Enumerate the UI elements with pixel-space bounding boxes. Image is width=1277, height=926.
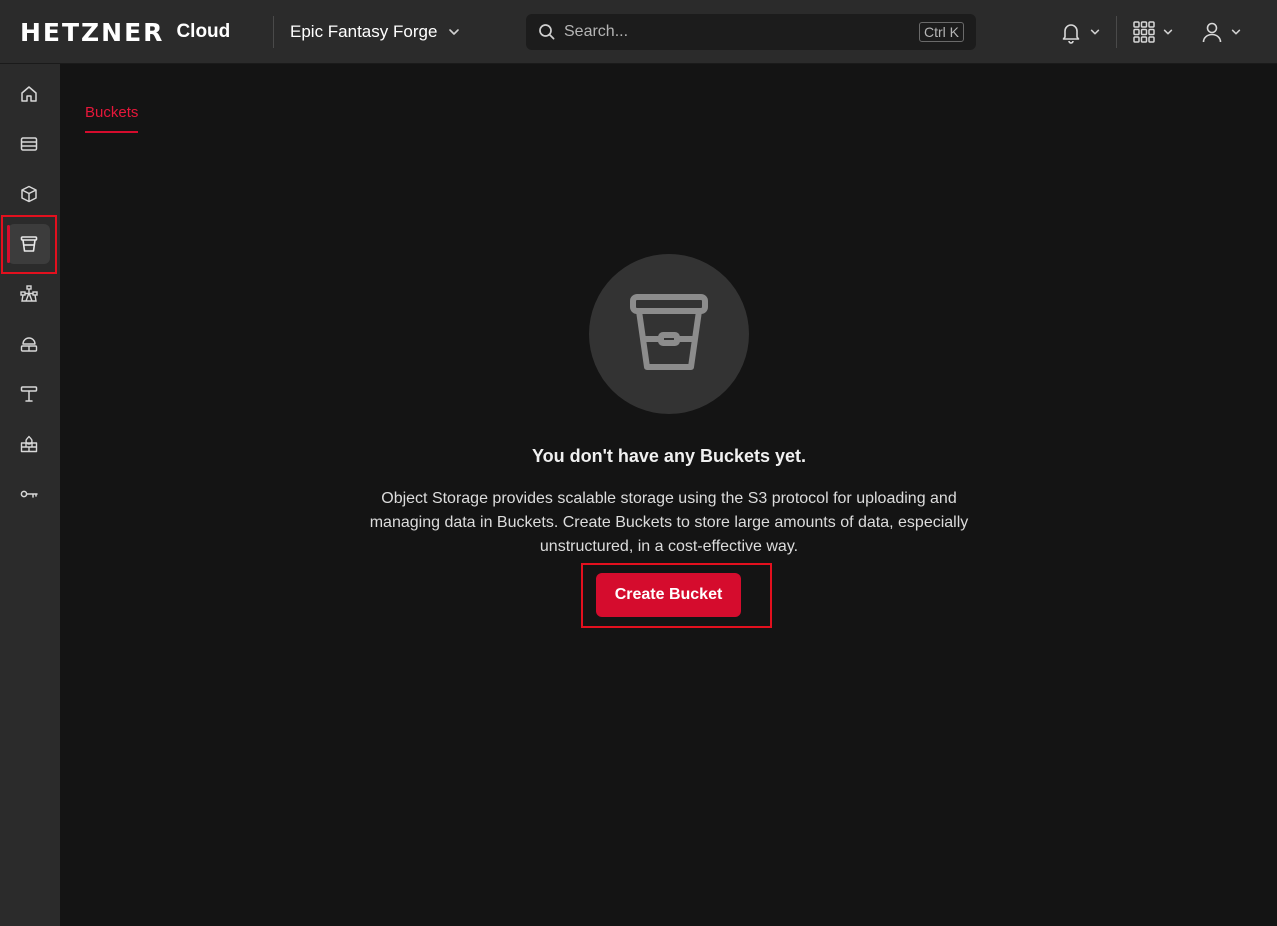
logo-wordmark: HETZNER: [20, 17, 165, 47]
sidebar-item-load-balancers[interactable]: [8, 324, 50, 364]
firewall-icon: [20, 435, 38, 453]
sidebar-item-firewalls[interactable]: [8, 424, 50, 464]
sidebar-item-servers[interactable]: [8, 124, 50, 164]
server-icon: [20, 135, 38, 153]
sidebar-item-security[interactable]: [8, 474, 50, 514]
load-balancer-icon: [20, 335, 38, 353]
empty-state-title: You don't have any Buckets yet.: [531, 446, 807, 466]
chevron-down-icon: [447, 25, 461, 39]
floating-ip-icon: [20, 385, 38, 403]
tab-buckets[interactable]: Buckets: [85, 104, 139, 133]
notifications-button[interactable]: [1059, 18, 1101, 46]
search-shortcut-badge: Ctrl K: [919, 22, 964, 42]
chevron-down-icon: [1230, 26, 1242, 38]
header-divider: [273, 16, 274, 48]
logo-subtitle: Cloud: [176, 21, 231, 42]
sidebar-item-networks[interactable]: [8, 274, 50, 314]
search-icon: [538, 23, 556, 41]
user-icon: [1200, 20, 1224, 44]
chevron-down-icon: [1089, 26, 1101, 38]
apps-grid-icon: [1132, 20, 1156, 44]
search-input[interactable]: [564, 23, 919, 41]
cube-icon: [20, 185, 38, 203]
project-name: Epic Fantasy Forge: [290, 22, 438, 41]
sidebar-active-indicator: [7, 225, 10, 263]
sidebar-item-home[interactable]: [8, 74, 50, 114]
apps-menu-button[interactable]: [1132, 18, 1174, 46]
sidebar-item-volumes[interactable]: [8, 174, 50, 214]
empty-state-description: Object Storage provides scalable storage…: [369, 490, 969, 555]
bucket-icon: [20, 235, 38, 253]
empty-state-illustration: [589, 254, 749, 414]
sidebar-item-object-storage[interactable]: [8, 224, 50, 264]
network-icon: [20, 285, 38, 303]
sidebar: [0, 64, 60, 926]
create-bucket-button[interactable]: Create Bucket: [596, 573, 741, 617]
home-icon: [20, 85, 38, 103]
logo[interactable]: HETZNER Cloud: [20, 16, 230, 48]
header-divider: [1116, 16, 1117, 48]
sidebar-item-floating-ips[interactable]: [8, 374, 50, 414]
top-bar: HETZNER Cloud Epic Fantasy Forge Ctrl K: [0, 0, 1277, 64]
user-menu-button[interactable]: [1200, 18, 1242, 46]
key-icon: [20, 485, 38, 503]
chevron-down-icon: [1162, 26, 1174, 38]
bell-icon: [1059, 20, 1083, 44]
bucket-icon: [627, 292, 711, 376]
project-selector[interactable]: Epic Fantasy Forge: [290, 20, 461, 44]
search-bar[interactable]: Ctrl K: [526, 14, 976, 50]
